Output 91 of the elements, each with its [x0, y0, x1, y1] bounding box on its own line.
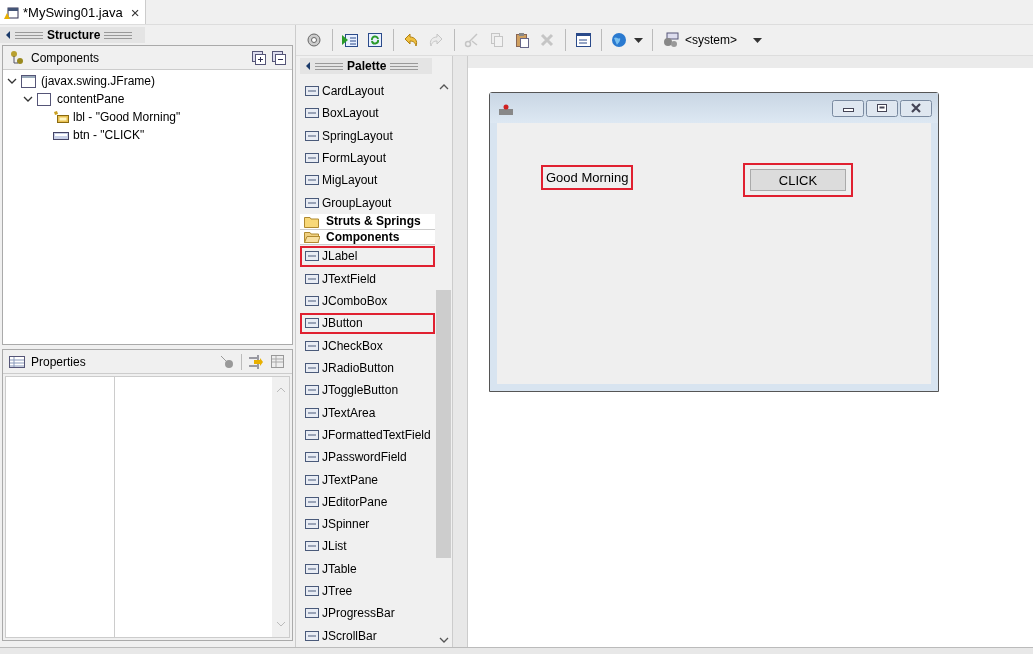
palette-item[interactable]: JComboBox: [300, 290, 435, 312]
components-icon: [9, 49, 25, 66]
panel-icon: [37, 91, 53, 107]
look-and-feel-dropdown[interactable]: <system>: [685, 33, 738, 47]
palette-item[interactable]: JProgressBar: [300, 603, 435, 624]
maximize-icon[interactable]: [866, 99, 898, 117]
collapse-icon[interactable]: [5, 31, 11, 39]
panel-title: Properties: [31, 354, 86, 369]
widget-icon: [304, 151, 320, 166]
palette-item[interactable]: JLabel: [300, 246, 435, 267]
palette-item[interactable]: BoxLayout: [300, 103, 435, 124]
view-title: Structure: [47, 28, 101, 42]
widget-icon: [304, 173, 320, 188]
widget-icon: [304, 294, 320, 309]
palette-item[interactable]: JTextPane: [300, 469, 435, 490]
paste-icon[interactable]: [514, 32, 531, 48]
view-title: Palette: [347, 59, 387, 73]
scroll-down-icon[interactable]: [438, 637, 449, 643]
widget-icon: [304, 316, 320, 331]
palette-item[interactable]: SpringLayout: [300, 125, 435, 146]
palette-item[interactable]: JList: [300, 536, 435, 557]
widget-icon: [304, 628, 320, 643]
palette-item[interactable]: JTextField: [300, 268, 435, 289]
widget-icon: [304, 539, 320, 554]
palette-item[interactable]: JEditorPane: [300, 491, 435, 512]
widget-icon: [304, 106, 320, 121]
close-button[interactable]: ×: [130, 4, 140, 20]
widget-icon: [304, 494, 320, 509]
widget-icon: [304, 383, 320, 398]
palette-item[interactable]: JFormattedTextField: [300, 424, 435, 446]
properties-icon: [9, 354, 25, 369]
collapse-all-icon[interactable]: [272, 50, 286, 65]
palette-item[interactable]: JScrollBar: [300, 625, 435, 646]
expand-all-icon[interactable]: [252, 50, 266, 65]
tab-title: *MySwing01.java: [23, 4, 123, 20]
palette-item[interactable]: JPasswordField: [300, 447, 435, 468]
frame-icon: [21, 73, 37, 89]
widget-icon: [304, 405, 320, 420]
widget-icon: [304, 271, 320, 286]
refresh-icon[interactable]: [367, 32, 384, 48]
palette-item[interactable]: FormLayout: [300, 147, 435, 169]
panel-title: Components: [31, 50, 100, 65]
label-icon: [53, 109, 69, 125]
dropdown-icon[interactable]: [753, 37, 763, 43]
widget-icon: [304, 606, 320, 621]
undo-icon[interactable]: [403, 32, 420, 48]
widget-icon: [304, 450, 320, 465]
palette-item[interactable]: JTree: [300, 580, 435, 602]
widget-icon: [304, 517, 320, 532]
widget-icon: [304, 338, 320, 353]
widget-icon: [304, 472, 320, 487]
preview-icon[interactable]: [306, 32, 323, 48]
minimize-icon[interactable]: [832, 99, 864, 117]
widget-icon: [304, 195, 320, 210]
palette-item[interactable]: CardLayout: [300, 81, 435, 102]
widget-icon: [304, 360, 320, 375]
expanded-icon[interactable]: [23, 94, 33, 104]
palette-category[interactable]: Struts & Springs: [300, 213, 435, 230]
widget-icon: [304, 561, 320, 576]
widget-icon: [304, 427, 320, 442]
dropdown-icon[interactable]: [634, 37, 643, 43]
palette-item[interactable]: JTable: [300, 558, 435, 579]
gear-icon[interactable]: [662, 32, 679, 48]
palette-item[interactable]: GroupLayout: [300, 192, 435, 213]
form-icon[interactable]: [575, 32, 592, 48]
scroll-up-icon[interactable]: [438, 84, 449, 90]
click-button[interactable]: CLICK: [750, 169, 846, 191]
tree-item[interactable]: (javax.swing.JFrame): [41, 74, 156, 88]
collapse-icon[interactable]: [305, 62, 311, 70]
expanded-icon[interactable]: [7, 76, 17, 86]
palette-item[interactable]: JCheckBox: [300, 335, 435, 356]
widget-icon: [304, 249, 320, 264]
palette-item[interactable]: JButton: [300, 313, 435, 334]
scroll-thumb[interactable]: [436, 290, 451, 558]
widget-icon: [304, 584, 320, 599]
palette-item[interactable]: MigLayout: [300, 170, 435, 191]
widget-icon: [304, 128, 320, 143]
tree-item[interactable]: lbl - "Good Morning": [73, 110, 181, 124]
tree-item[interactable]: contentPane: [57, 92, 125, 106]
editor-tab[interactable]: *MySwing01.java ×: [0, 0, 147, 24]
label-text: Good Morning: [541, 165, 634, 190]
source-view-icon[interactable]: [342, 32, 359, 48]
file-icon: [3, 4, 19, 20]
palette-item[interactable]: JRadioButton: [300, 357, 435, 379]
tree-item[interactable]: btn - "CLICK": [73, 128, 145, 142]
close-icon[interactable]: [900, 99, 932, 117]
palette-item[interactable]: JSpinner: [300, 514, 435, 535]
widget-icon: [304, 84, 320, 99]
palette-item[interactable]: JTextArea: [300, 402, 435, 423]
palette-item[interactable]: JToggleButton: [300, 380, 435, 401]
globe-icon[interactable]: [611, 32, 628, 48]
